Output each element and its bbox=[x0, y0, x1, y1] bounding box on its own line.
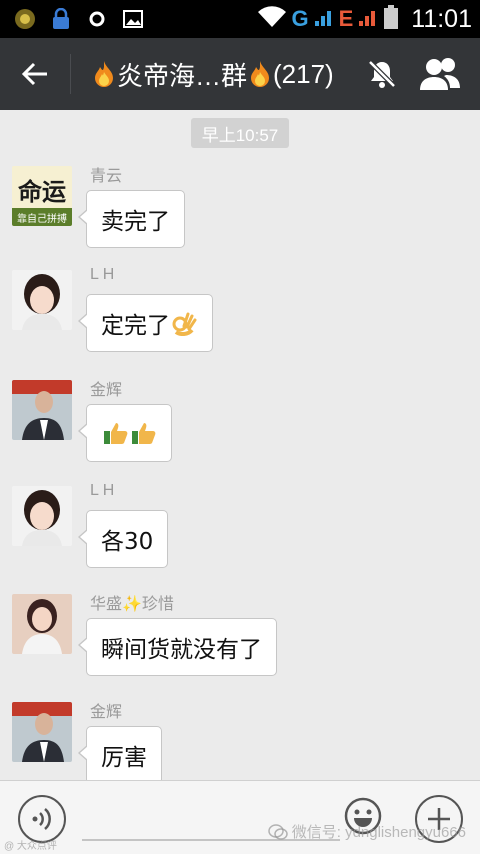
message-text: 定完了 bbox=[101, 313, 170, 339]
avatar-fate-small-text: 靠自己拼搏 bbox=[17, 212, 67, 225]
wifi-icon bbox=[257, 6, 287, 32]
status-bar: G E 11:01 bbox=[0, 0, 480, 38]
man-suit-avatar-image bbox=[12, 702, 72, 762]
avatar[interactable] bbox=[12, 270, 72, 330]
sender-name: 华盛✨珍惜 bbox=[90, 596, 174, 613]
thumbs-up-icon bbox=[132, 423, 156, 444]
group-members-icon bbox=[420, 58, 460, 90]
message-bubble[interactable]: 厉害 bbox=[78, 726, 162, 780]
message-text: 瞬间货就没有了 bbox=[101, 637, 262, 663]
settings-notification-icon bbox=[86, 8, 108, 30]
wechat-logo-icon bbox=[267, 823, 288, 840]
header-divider bbox=[70, 54, 71, 94]
man-suit-avatar-image bbox=[12, 380, 72, 440]
signal-strength-icon-2 bbox=[357, 6, 379, 32]
back-button[interactable] bbox=[0, 38, 70, 110]
battery-icon bbox=[383, 4, 399, 34]
sender-name: 青云 bbox=[90, 168, 123, 185]
clock: 11:01 bbox=[411, 4, 472, 33]
girl-avatar-image bbox=[12, 486, 72, 546]
message-bubble[interactable]: 卖完了 bbox=[78, 190, 185, 248]
avatar[interactable] bbox=[12, 486, 72, 546]
group-members-button[interactable] bbox=[418, 56, 462, 92]
message-text: 厉害 bbox=[101, 745, 147, 771]
message-bubble[interactable] bbox=[78, 404, 172, 462]
watermark-text: 微信号: ydnglishengyu666 bbox=[291, 824, 466, 841]
sender-name: L H bbox=[90, 482, 115, 499]
avatar[interactable]: 命运 靠自己拼搏 bbox=[12, 166, 72, 226]
chat-message-list[interactable]: 早上10:57 命运 靠自己拼搏 青云 卖完了 L H 定完了 金辉 L H 各… bbox=[0, 110, 480, 780]
voice-icon bbox=[32, 808, 51, 830]
sender-name: 金辉 bbox=[90, 704, 123, 721]
message-input-bar: 微信号: ydnglishengyu666 @ 大众点评 bbox=[0, 780, 480, 854]
voice-input-button[interactable] bbox=[18, 795, 66, 843]
signal-strength-icon bbox=[313, 6, 335, 32]
watermark-corner: @ 大众点评 bbox=[4, 841, 57, 852]
sender-name: L H bbox=[90, 266, 115, 283]
timestamp-divider: 早上10:57 bbox=[191, 118, 289, 148]
avatar[interactable] bbox=[12, 380, 72, 440]
member-count: (217) bbox=[273, 58, 334, 89]
chat-title-text: 炎帝海…群 bbox=[117, 60, 248, 91]
avatar-fate-big-text: 命运 bbox=[18, 177, 66, 206]
lock-notification-icon bbox=[50, 8, 72, 30]
mute-bell-icon bbox=[368, 60, 396, 88]
woman-avatar-image bbox=[12, 594, 72, 654]
message-text: 各30 bbox=[101, 529, 154, 555]
back-arrow-icon bbox=[21, 62, 47, 86]
fate-calligraphy-avatar-image: 命运 靠自己拼搏 bbox=[12, 166, 72, 226]
flame-icon bbox=[251, 61, 270, 87]
message-text: 卖完了 bbox=[101, 209, 170, 235]
watermark: 微信号: ydnglishengyu666 bbox=[267, 821, 466, 842]
avatar[interactable] bbox=[12, 594, 72, 654]
ok-hand-icon bbox=[172, 312, 197, 336]
message-bubble[interactable]: 各30 bbox=[77, 510, 169, 568]
network-type-g: G bbox=[291, 6, 309, 31]
image-notification-icon bbox=[122, 8, 144, 30]
thumbs-up-icon bbox=[104, 423, 128, 444]
sender-name: 金辉 bbox=[90, 382, 123, 399]
network-type-e: E bbox=[338, 6, 354, 31]
avatar[interactable] bbox=[12, 702, 72, 762]
chat-title: 炎帝海…群 (217) bbox=[91, 56, 334, 93]
app-notification-icon bbox=[14, 8, 36, 30]
message-bubble[interactable]: 瞬间货就没有了 bbox=[78, 618, 277, 676]
flame-icon bbox=[95, 61, 113, 87]
mute-bell-button[interactable] bbox=[366, 58, 398, 90]
girl-avatar-image bbox=[12, 270, 72, 330]
chat-header: 炎帝海…群 (217) bbox=[0, 38, 480, 110]
message-bubble[interactable]: 定完了 bbox=[78, 294, 213, 352]
